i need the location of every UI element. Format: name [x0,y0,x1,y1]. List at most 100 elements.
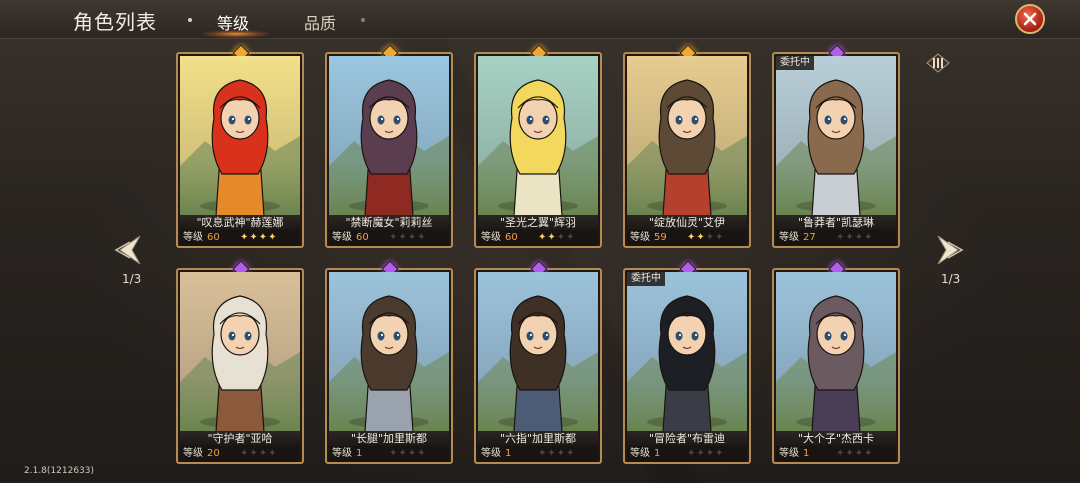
character-portrait [478,272,598,432]
star-rating: ✦✦✦✦ [687,446,725,462]
level-row: 等级 1 ✦✦✦✦ [627,446,747,462]
star-empty-icon: ✦ [398,448,407,459]
character-card[interactable]: 委托中 "冒险者"布雷迪 等级 1 ✦✦✦✦ [623,260,751,464]
character-card[interactable]: "守护者"亚哈 等级 20 ✦✦✦✦ [176,260,304,464]
star-empty-icon: ✦ [407,448,417,459]
star-empty-icon: ✦ [556,448,566,459]
star-empty-icon: ✦ [407,232,417,243]
character-card[interactable]: 委托中 "鲁莽者"凯瑟琳 等级 27 ✦✦✦✦ [772,44,900,248]
character-portrait [180,56,300,216]
character-portrait [776,56,896,216]
star-rating: ✦✦✦✦ [240,230,278,246]
character-portrait [627,272,747,432]
character-portrait [180,272,300,432]
star-empty-icon: ✦ [864,448,873,459]
star-empty-icon: ✦ [417,232,426,243]
page-indicator-right: 1/3 [941,272,961,286]
character-card[interactable]: "六指"加里斯都 等级 1 ✦✦✦✦ [474,260,602,464]
close-button[interactable] [1015,4,1045,34]
character-name: "禁断魔女"莉莉丝 [329,215,449,230]
character-card[interactable]: "长腿"加里斯都 等级 1 ✦✦✦✦ [325,260,453,464]
next-page-button[interactable] [932,230,964,270]
star-filled-icon: ✦ [258,232,268,243]
star-empty-icon: ✦ [417,448,426,459]
star-filled-icon: ✦ [240,232,249,243]
chevron-right-icon [937,235,964,265]
tab-separator [361,18,365,22]
star-empty-icon: ✦ [836,232,845,243]
level-value: 1 [803,448,810,459]
star-empty-icon: ✦ [268,448,277,459]
tab-separator [188,18,192,22]
level-row: 等级 1 ✦✦✦✦ [329,446,449,462]
tab-quality[interactable]: 品质 [304,10,336,34]
version-label: 2.1.8(1212633) [24,466,95,476]
star-empty-icon: ✦ [836,448,845,459]
level-row: 等级 60 ✦✦✦✦ [180,230,300,246]
level-row: 等级 59 ✦✦✦✦ [627,230,747,246]
chevron-left-icon [114,235,141,265]
star-filled-icon: ✦ [538,232,547,243]
character-card[interactable]: "大个子"杰西卡 等级 1 ✦✦✦✦ [772,260,900,464]
character-name: "六指"加里斯都 [478,431,598,446]
star-empty-icon: ✦ [715,232,724,243]
star-filled-icon: ✦ [687,232,696,243]
star-empty-icon: ✦ [705,232,715,243]
character-portrait [478,56,598,216]
star-empty-icon: ✦ [389,448,398,459]
level-value: 1 [654,448,661,459]
character-name: "长腿"加里斯都 [329,431,449,446]
top-bar: 角色列表 等级 品质 [0,0,1080,39]
star-empty-icon: ✦ [389,232,398,243]
level-label: 等级 [332,448,352,459]
character-card[interactable]: "圣光之翼"辉羽 等级 60 ✦✦✦✦ [474,44,602,248]
star-empty-icon: ✦ [854,448,864,459]
star-empty-icon: ✦ [258,448,268,459]
star-rating: ✦✦✦✦ [389,446,427,462]
star-filled-icon: ✦ [547,232,556,243]
level-row: 等级 20 ✦✦✦✦ [180,446,300,462]
character-card[interactable]: "绽放仙灵"艾伊 等级 59 ✦✦✦✦ [623,44,751,248]
star-empty-icon: ✦ [538,448,547,459]
star-filled-icon: ✦ [249,232,258,243]
character-portrait [627,56,747,216]
character-name: "叹息武神"赫莲娜 [180,215,300,230]
list-toggle-button[interactable] [925,52,951,74]
star-empty-icon: ✦ [249,448,258,459]
character-portrait [329,56,449,216]
level-label: 等级 [332,232,352,243]
status-badge: 委托中 [776,56,814,70]
star-rating: ✦✦✦✦ [240,446,278,462]
status-badge: 委托中 [627,272,665,286]
star-empty-icon: ✦ [556,232,566,243]
star-empty-icon: ✦ [240,448,249,459]
star-filled-icon: ✦ [696,232,705,243]
star-rating: ✦✦✦✦ [836,230,874,246]
character-name: "守护者"亚哈 [180,431,300,446]
star-empty-icon: ✦ [845,448,854,459]
level-value: 60 [207,232,220,243]
character-portrait [776,272,896,432]
star-empty-icon: ✦ [398,232,407,243]
page-indicator-left: 1/3 [122,272,142,286]
level-value: 60 [356,232,369,243]
character-card[interactable]: "禁断魔女"莉莉丝 等级 60 ✦✦✦✦ [325,44,453,248]
level-label: 等级 [779,448,799,459]
star-empty-icon: ✦ [687,448,696,459]
star-rating: ✦✦✦✦ [538,446,576,462]
level-row: 等级 27 ✦✦✦✦ [776,230,896,246]
character-portrait [329,272,449,432]
star-empty-icon: ✦ [715,448,724,459]
level-label: 等级 [779,232,799,243]
bars-icon [926,53,950,73]
level-label: 等级 [183,448,203,459]
star-rating: ✦✦✦✦ [389,230,427,246]
star-rating: ✦✦✦✦ [687,230,725,246]
star-empty-icon: ✦ [566,232,575,243]
character-name: "绽放仙灵"艾伊 [627,215,747,230]
prev-page-button[interactable] [110,230,141,270]
active-tab-indicator [202,30,270,38]
star-empty-icon: ✦ [566,448,575,459]
star-filled-icon: ✦ [268,232,277,243]
character-card[interactable]: "叹息武神"赫莲娜 等级 60 ✦✦✦✦ [176,44,304,248]
